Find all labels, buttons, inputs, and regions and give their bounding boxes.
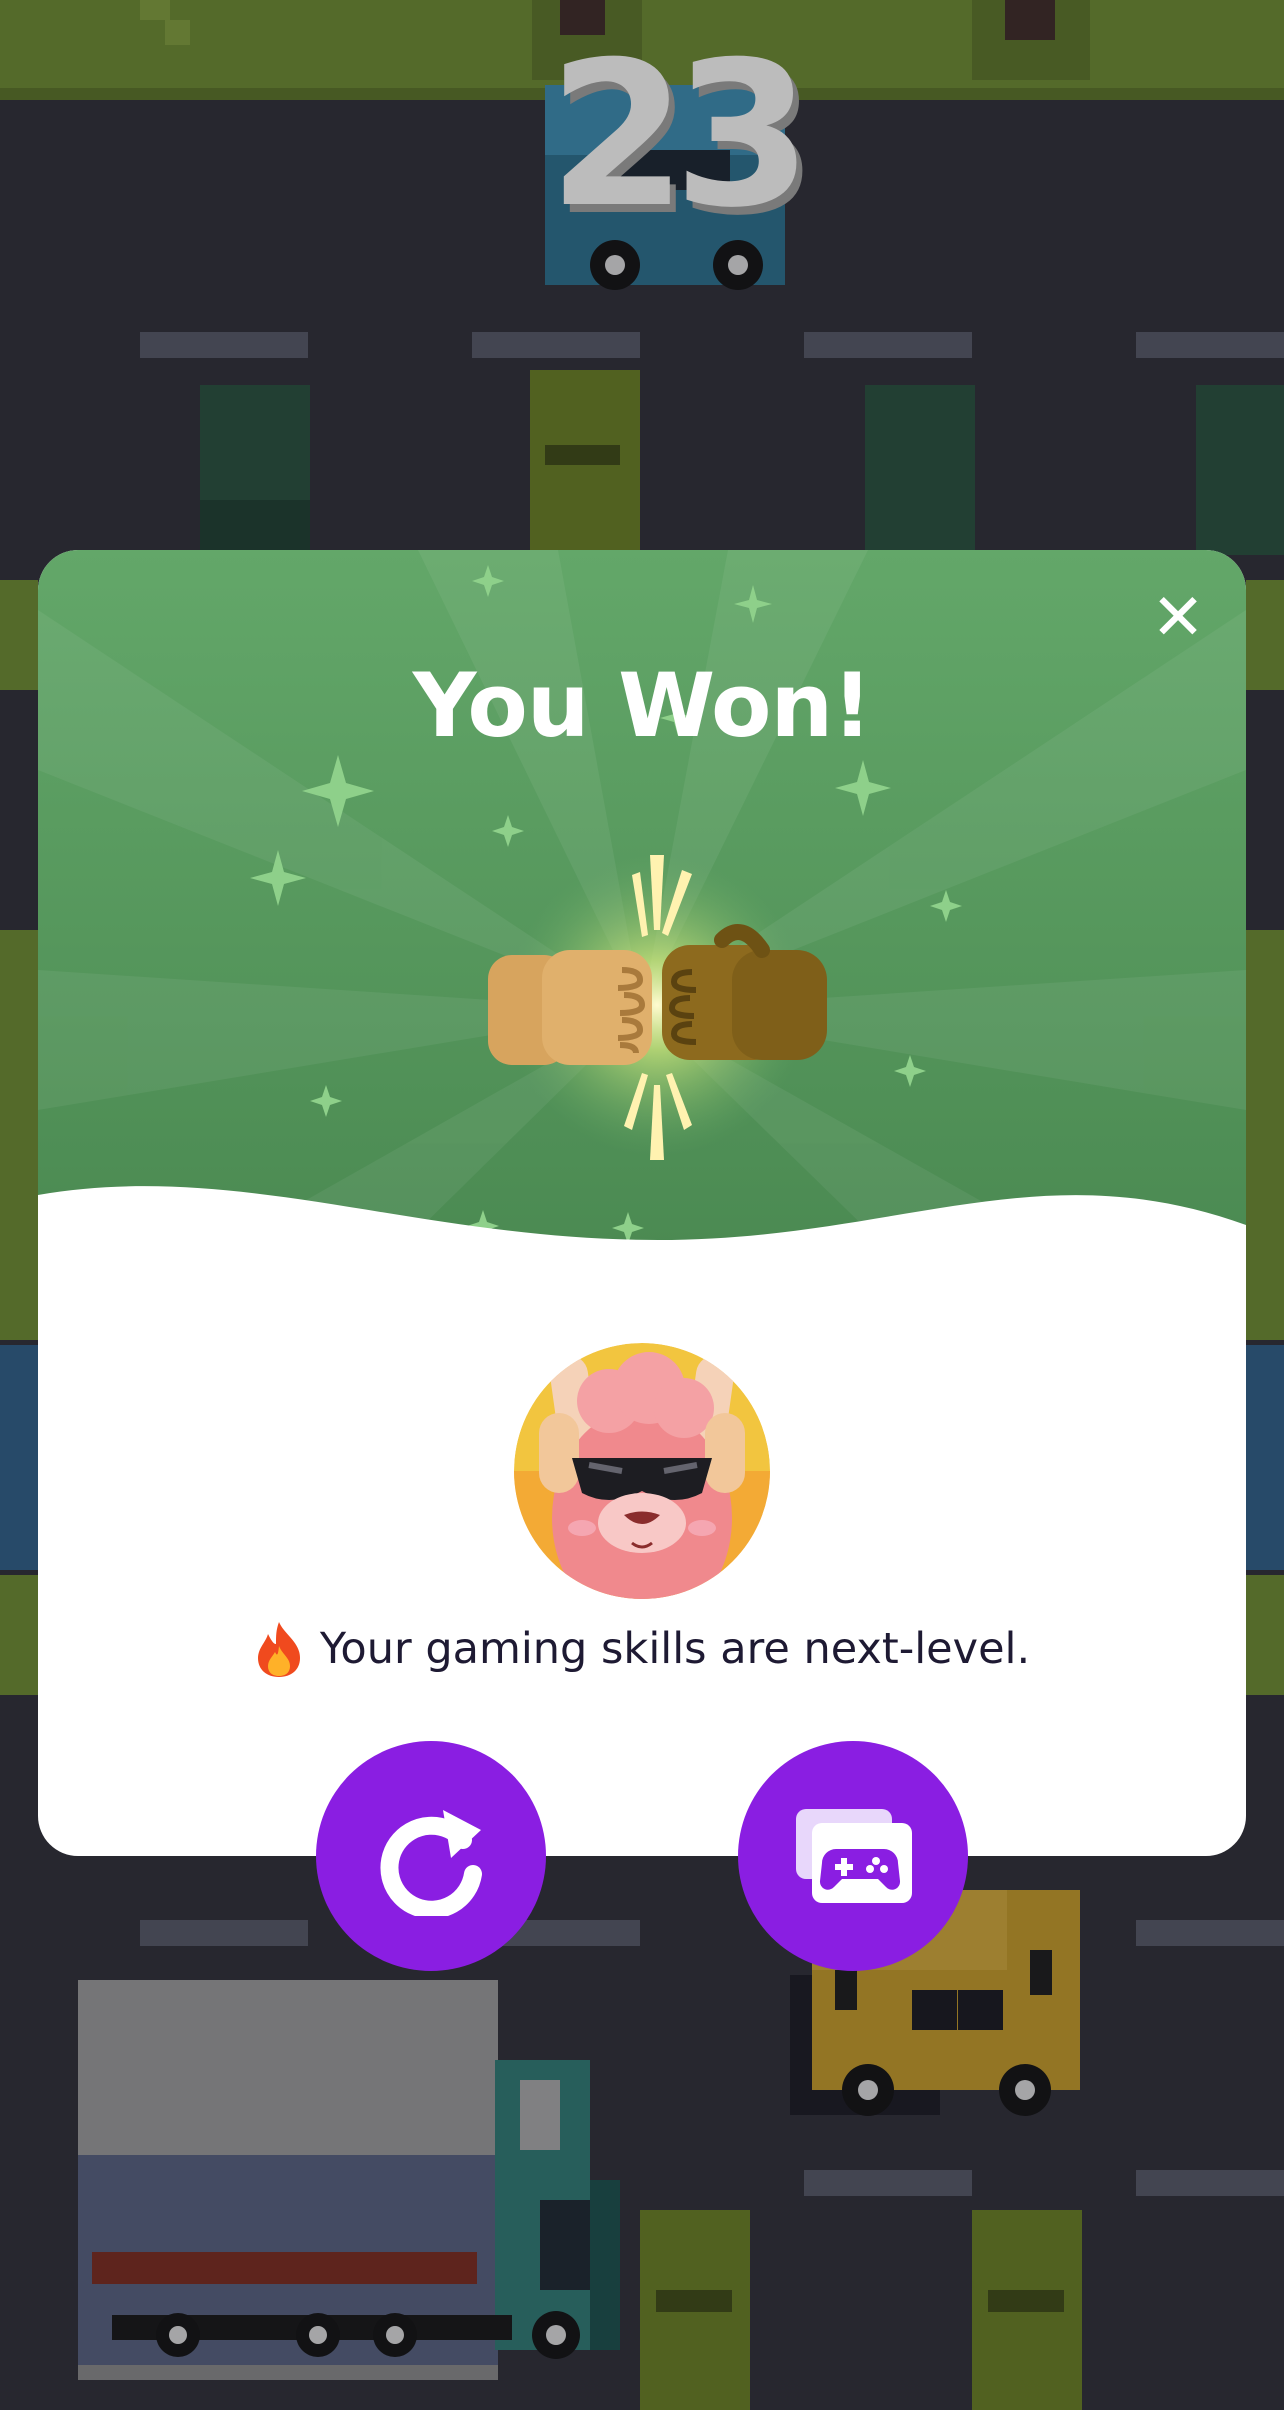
fire-emoji	[257, 1622, 300, 1677]
score-counter: 23	[548, 19, 812, 252]
right-fist	[662, 924, 827, 1060]
close-button[interactable]: ✕	[1148, 581, 1208, 655]
close-icon: ✕	[1151, 581, 1205, 655]
game-library-icon	[796, 1809, 912, 1903]
left-fist	[488, 950, 652, 1065]
replay-icon	[380, 1810, 482, 1916]
fist-bump-icon	[488, 855, 827, 1160]
more-games-button[interactable]	[738, 1741, 968, 1971]
win-message: Your gaming skills are next-level.	[38, 1620, 1246, 1678]
llama-sunglasses-avatar	[514, 1343, 770, 1599]
modal-title: You Won!	[412, 654, 873, 757]
win-modal: ✕ You Won! Your gaming skills are next-l…	[38, 550, 1246, 1856]
win-message-text: Your gaming skills are next-level.	[319, 1624, 1031, 1674]
replay-button[interactable]	[316, 1741, 546, 1971]
